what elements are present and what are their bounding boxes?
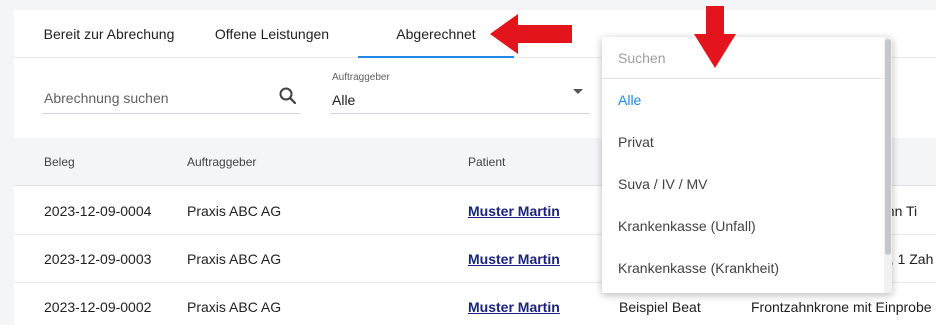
annotation-arrow-left-icon: [490, 14, 572, 54]
patient-link[interactable]: Muster Martin: [468, 299, 560, 315]
billing-search-input[interactable]: [44, 90, 264, 106]
column-header-patient[interactable]: Patient: [468, 155, 505, 169]
cell-col4: Beispiel Beat: [619, 299, 701, 315]
patient-link[interactable]: Muster Martin: [468, 251, 560, 267]
cell-auftraggeber: Praxis ABC AG: [187, 203, 282, 219]
dropdown-option-suva-iv-mv[interactable]: Suva / IV / MV: [602, 163, 884, 205]
column-header-beleg[interactable]: Beleg: [44, 155, 75, 169]
dropdown-option-privat[interactable]: Privat: [602, 121, 884, 163]
dropdown-search-input[interactable]: [618, 50, 858, 66]
search-icon[interactable]: [278, 86, 298, 106]
dropdown-option-alle[interactable]: Alle: [602, 79, 884, 121]
client-dropdown-menu: Alle Privat Suva / IV / MV Krankenkasse …: [602, 37, 892, 293]
cell-beleg: 2023-12-09-0002: [44, 299, 152, 315]
cell-auftraggeber: Praxis ABC AG: [187, 299, 282, 315]
client-select-label: Auftraggeber: [332, 72, 390, 83]
tab-offene-leistungen[interactable]: Offene Leistungen: [202, 10, 342, 58]
patient-link[interactable]: Muster Martin: [468, 203, 560, 219]
dropdown-option-krankenkasse-krankheit[interactable]: Krankenkasse (Krankheit): [602, 247, 884, 289]
active-tab-indicator: [358, 56, 514, 58]
cell-beleg: 2023-12-09-0004: [44, 203, 152, 219]
dropdown-scrollbar-thumb[interactable]: [885, 39, 891, 255]
tab-bereit-zur-abrechnung[interactable]: Bereit zur Abrechung: [24, 10, 194, 58]
client-select[interactable]: Auftraggeber Alle: [330, 72, 590, 114]
dropdown-option-krankenkasse-unfall[interactable]: Krankenkasse (Unfall): [602, 205, 884, 247]
cell-description: Frontzahnkrone mit Einprobe: [751, 299, 932, 315]
billing-search-field: [42, 76, 300, 114]
cell-beleg: 2023-12-09-0003: [44, 251, 152, 267]
dropdown-scrollbar[interactable]: [884, 37, 892, 293]
cell-auftraggeber: Praxis ABC AG: [187, 251, 282, 267]
column-header-auftraggeber[interactable]: Auftraggeber: [187, 155, 256, 169]
client-select-value: Alle: [332, 92, 356, 108]
caret-down-icon: [573, 89, 583, 94]
annotation-arrow-down-icon: [694, 6, 736, 68]
dropdown-search-field: [602, 37, 884, 79]
